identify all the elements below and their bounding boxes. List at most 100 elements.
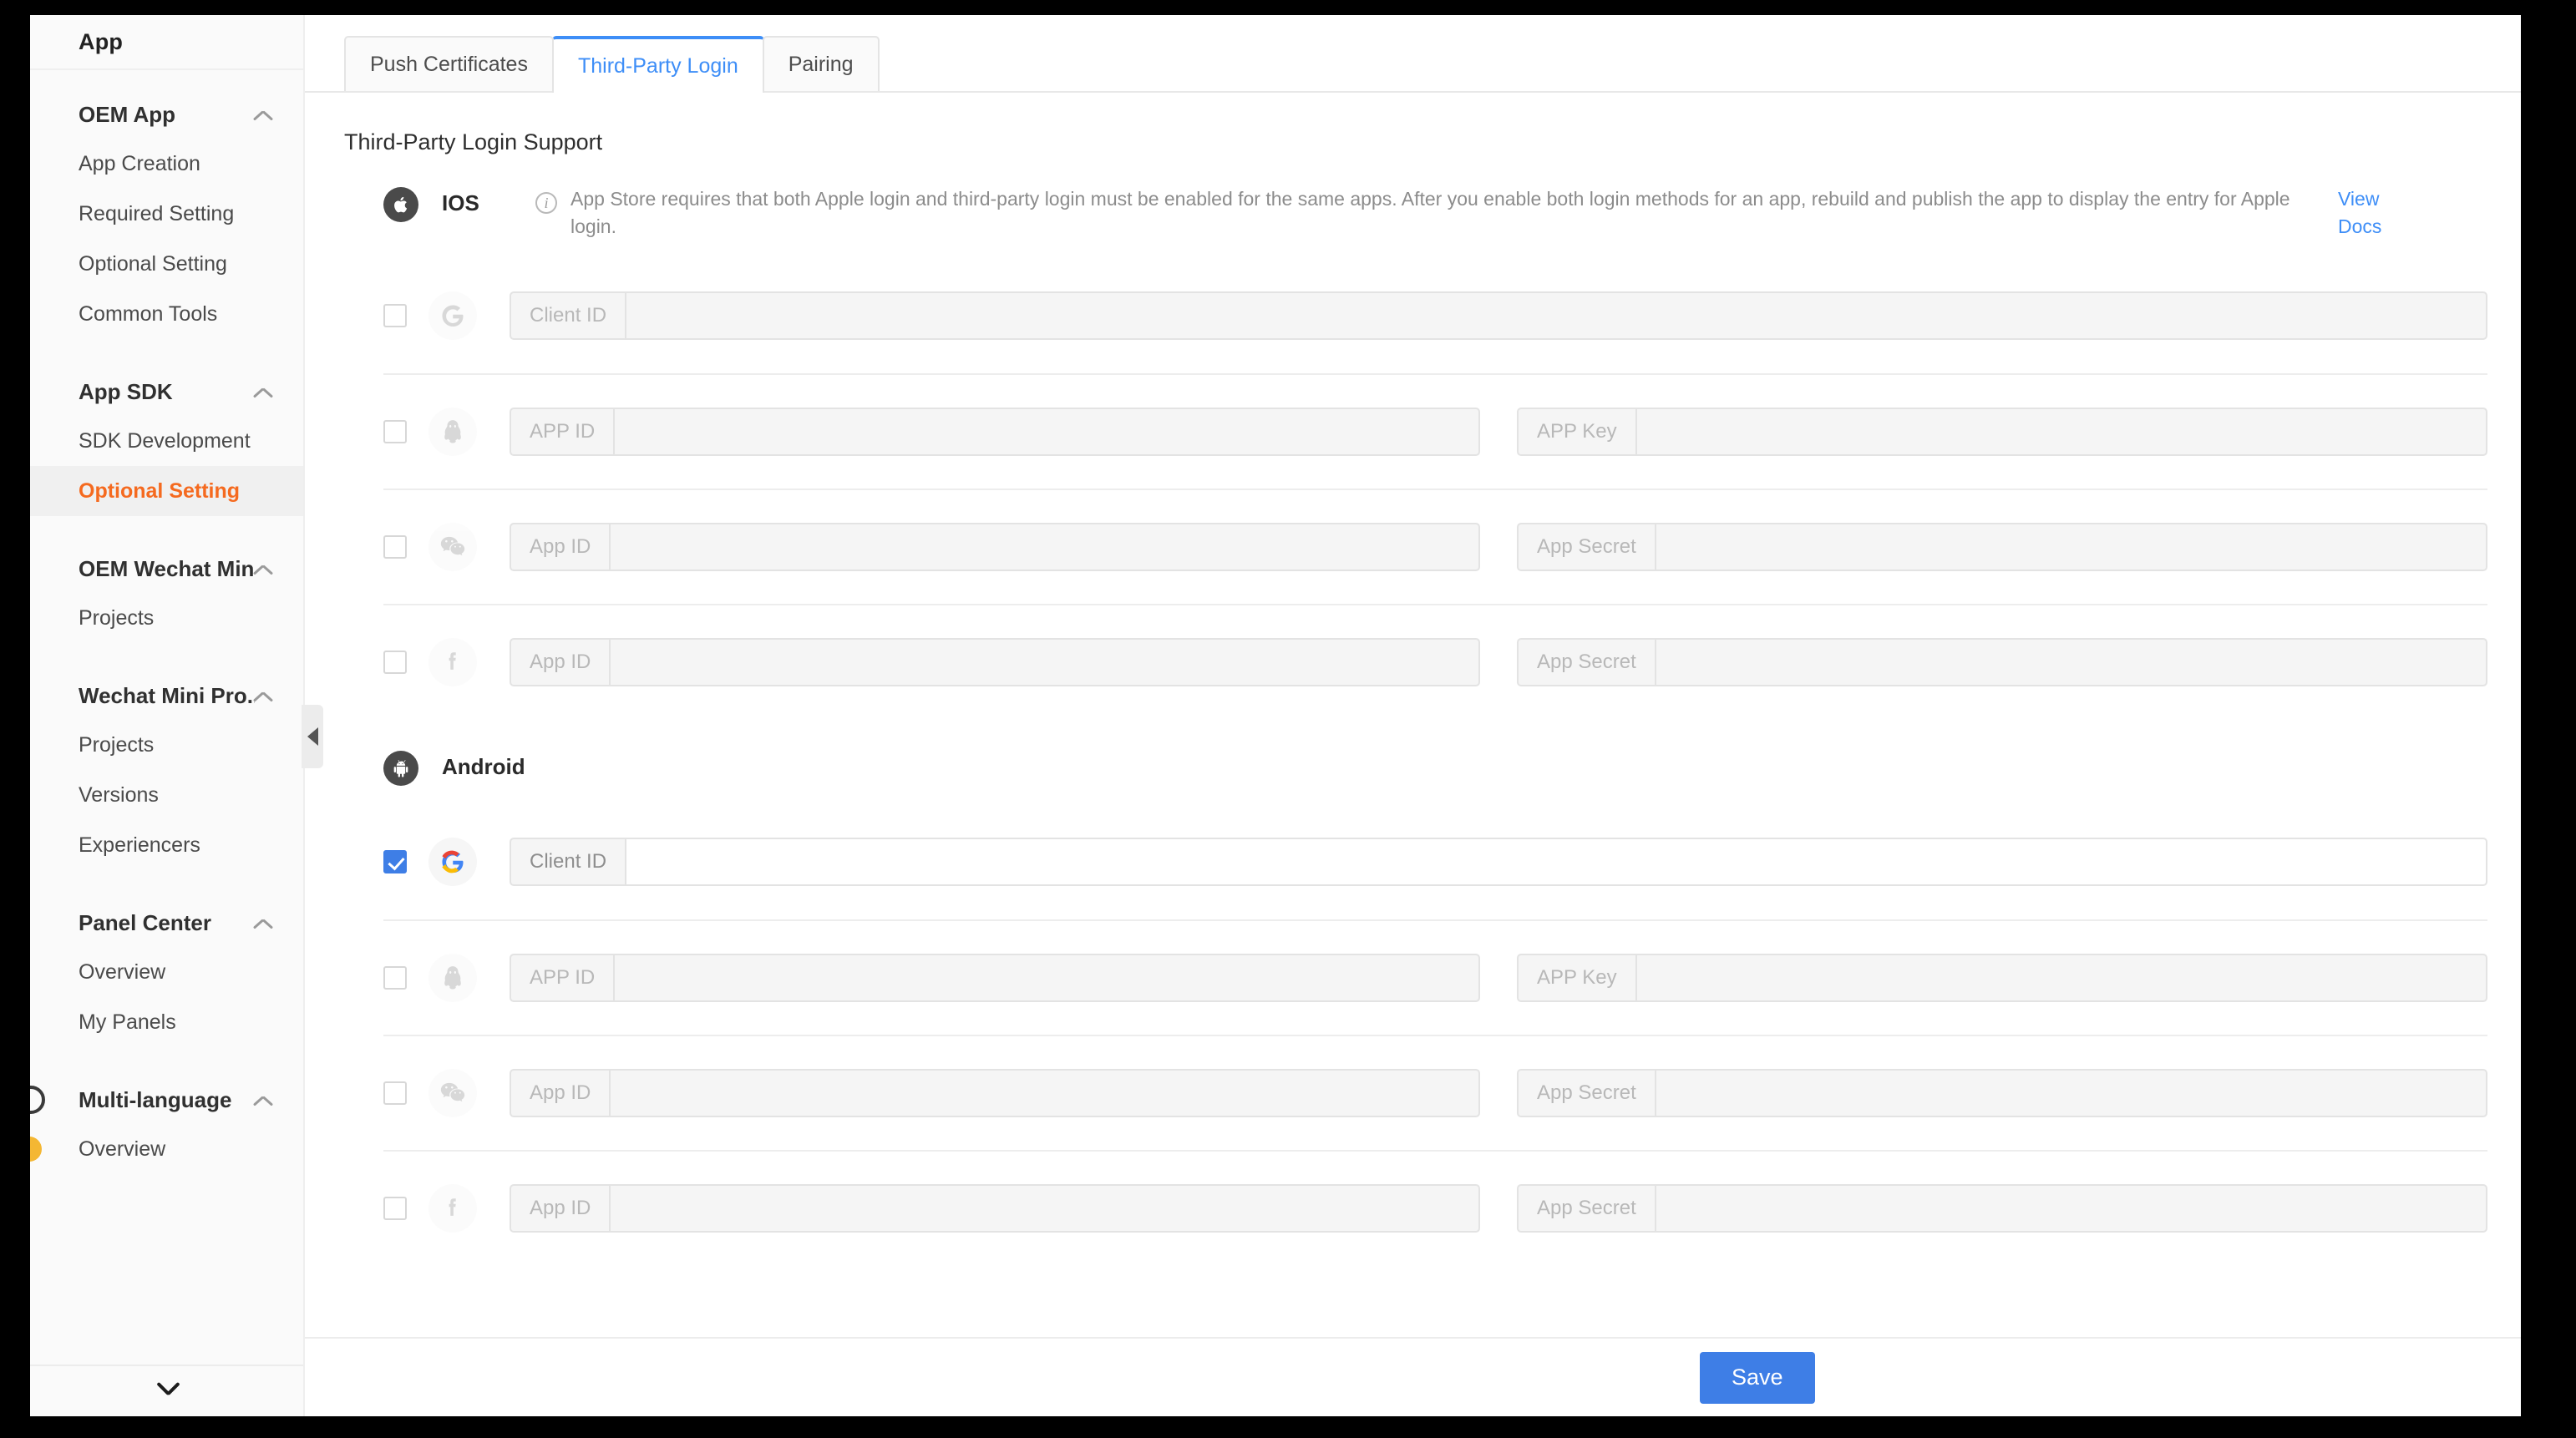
provider-checkbox-wechat[interactable] — [383, 535, 407, 560]
tab-label: Third-Party Login — [577, 53, 738, 78]
view-docs-link[interactable]: View Docs — [2338, 185, 2393, 240]
sidebar-collapse-handle[interactable] — [302, 705, 323, 768]
tab-label: Pairing — [788, 52, 854, 76]
sidebar-item-label: SDK Development — [79, 428, 251, 453]
sidebar-group-title: OEM App — [79, 101, 176, 127]
sidebar-nav[interactable]: OEM App App Creation Required Setting Optio… — [30, 70, 303, 1365]
sidebar-group-header-3[interactable]: Wechat Mini Pro... — [30, 671, 303, 720]
field-input-facebook-1[interactable] — [1654, 638, 2487, 687]
tab-pairing[interactable]: Pairing — [762, 36, 880, 91]
tab-bar[interactable]: Push Certificates Third-Party Login Pairin… — [305, 15, 2521, 93]
field-wechat-0[interactable]: App ID — [510, 523, 1480, 572]
sidebar-expand-more-button[interactable] — [30, 1365, 303, 1416]
provider-row-facebook: App ID App Secret — [383, 604, 2487, 719]
sidebar-item-experiencers[interactable]: Experiencers — [30, 820, 303, 870]
field-input-facebook-0[interactable] — [609, 638, 1480, 687]
field-qq-1[interactable]: APP Key — [1517, 408, 2487, 457]
sidebar-item-overview[interactable]: Overview — [30, 1124, 303, 1174]
field-input-qq-0[interactable] — [613, 954, 1480, 1003]
sidebar-group-header-5[interactable]: Multi-language — [30, 1076, 303, 1124]
field-qq-0[interactable]: APP ID — [510, 408, 1480, 457]
sidebar-item-sdk-development[interactable]: SDK Development — [30, 416, 303, 466]
sidebar-group-header-4[interactable]: Panel Center — [30, 899, 303, 947]
field-label: App Secret — [1517, 523, 1655, 572]
sidebar-item-required-setting[interactable]: Required Setting — [30, 189, 303, 239]
info-icon[interactable]: i — [535, 192, 557, 214]
platform-sections: IOS i App Store requires that both Apple l… — [305, 155, 2521, 1265]
field-input-wechat-1[interactable] — [1654, 1069, 2487, 1118]
sidebar-item-label: Projects — [79, 732, 155, 757]
field-input-google-0[interactable] — [625, 838, 2487, 887]
sidebar-group-header-0[interactable]: OEM App — [30, 90, 303, 139]
sidebar-item-label: Overview — [79, 1137, 166, 1161]
provider-checkbox-facebook[interactable] — [383, 651, 407, 675]
provider-checkbox-google[interactable] — [383, 850, 407, 874]
provider-checkbox-facebook[interactable] — [383, 1197, 407, 1221]
sidebar-group-header-1[interactable]: App SDK — [30, 367, 303, 416]
sidebar-group-header-2[interactable]: OEM Wechat Min... — [30, 544, 303, 593]
field-input-qq-1[interactable] — [1635, 954, 2487, 1003]
sidebar-item-optional-setting[interactable]: Optional Setting — [30, 239, 303, 289]
provider-fields: Client ID — [510, 291, 2487, 341]
sidebar-item-my-panels[interactable]: My Panels — [30, 997, 303, 1047]
sidebar-item-label: Projects — [79, 605, 155, 630]
field-facebook-0[interactable]: App ID — [510, 1184, 1480, 1233]
sidebar-item-overview[interactable]: Overview — [30, 947, 303, 997]
sidebar-item-projects[interactable]: Projects — [30, 593, 303, 643]
field-input-wechat-1[interactable] — [1654, 523, 2487, 572]
field-input-qq-1[interactable] — [1635, 408, 2487, 457]
field-label: App Secret — [1517, 638, 1655, 687]
sidebar-item-label: Versions — [79, 782, 159, 807]
sidebar-group-2: OEM Wechat Min... Projects — [30, 544, 303, 643]
provider-checkbox-qq[interactable] — [383, 966, 407, 990]
field-google-0[interactable]: Client ID — [510, 291, 2487, 341]
save-button[interactable]: Save — [1700, 1351, 1815, 1404]
sidebar-item-app-creation[interactable]: App Creation — [30, 139, 303, 189]
triangle-left-icon — [307, 727, 318, 746]
provider-list: Client ID APP ID APP Key App ID App Secret Ap… — [305, 258, 2521, 719]
field-facebook-1[interactable]: App Secret — [1517, 638, 2487, 687]
field-qq-0[interactable]: APP ID — [510, 954, 1480, 1003]
field-input-qq-0[interactable] — [613, 408, 1480, 457]
provider-checkbox-qq[interactable] — [383, 420, 407, 444]
provider-list: Client ID APP ID APP Key App ID App Secret Ap… — [305, 804, 2521, 1265]
provider-checkbox-google[interactable] — [383, 304, 407, 328]
sidebar-group-3: Wechat Mini Pro... Projects Versions Experi… — [30, 671, 303, 870]
field-label: App ID — [510, 523, 610, 572]
android-icon — [383, 751, 418, 787]
provider-fields: App ID App Secret — [510, 638, 2487, 687]
field-input-facebook-0[interactable] — [609, 1184, 1480, 1233]
field-input-facebook-1[interactable] — [1654, 1184, 2487, 1233]
field-input-wechat-0[interactable] — [609, 1069, 1480, 1118]
provider-checkbox-wechat[interactable] — [383, 1081, 407, 1106]
tab-push-certificates[interactable]: Push Certificates — [344, 36, 554, 91]
sidebar-item-optional-setting[interactable]: Optional Setting — [30, 466, 303, 516]
field-qq-1[interactable]: APP Key — [1517, 954, 2487, 1003]
action-footer: Save — [305, 1337, 2521, 1416]
field-facebook-1[interactable]: App Secret — [1517, 1184, 2487, 1233]
provider-fields: APP ID APP Key — [510, 954, 2487, 1003]
field-input-wechat-0[interactable] — [609, 523, 1480, 572]
provider-fields: App ID App Secret — [510, 523, 2487, 572]
tab-third-party-login[interactable]: Third-Party Login — [551, 36, 764, 93]
qq-icon — [428, 408, 477, 457]
field-wechat-1[interactable]: App Secret — [1517, 1069, 2487, 1118]
field-input-google-0[interactable] — [625, 291, 2487, 341]
field-label: App ID — [510, 638, 610, 687]
field-label: APP ID — [510, 954, 614, 1003]
sidebar-item-common-tools[interactable]: Common Tools — [30, 289, 303, 339]
sidebar-item-projects[interactable]: Projects — [30, 720, 303, 770]
sidebar-item-versions[interactable]: Versions — [30, 770, 303, 820]
field-label: Client ID — [510, 838, 626, 887]
sidebar-group-0: OEM App App Creation Required Setting Optio… — [30, 90, 303, 339]
field-facebook-0[interactable]: App ID — [510, 638, 1480, 687]
field-google-0[interactable]: Client ID — [510, 838, 2487, 887]
platform-section-ios: IOS i App Store requires that both Apple l… — [305, 155, 2521, 719]
field-wechat-0[interactable]: App ID — [510, 1069, 1480, 1118]
platform-description: App Store requires that both Apple login… — [570, 188, 2290, 237]
provider-row-qq: APP ID APP Key — [383, 919, 2487, 1035]
field-wechat-1[interactable]: App Secret — [1517, 523, 2487, 572]
platform-header: IOS i App Store requires that both Apple l… — [305, 155, 2521, 240]
